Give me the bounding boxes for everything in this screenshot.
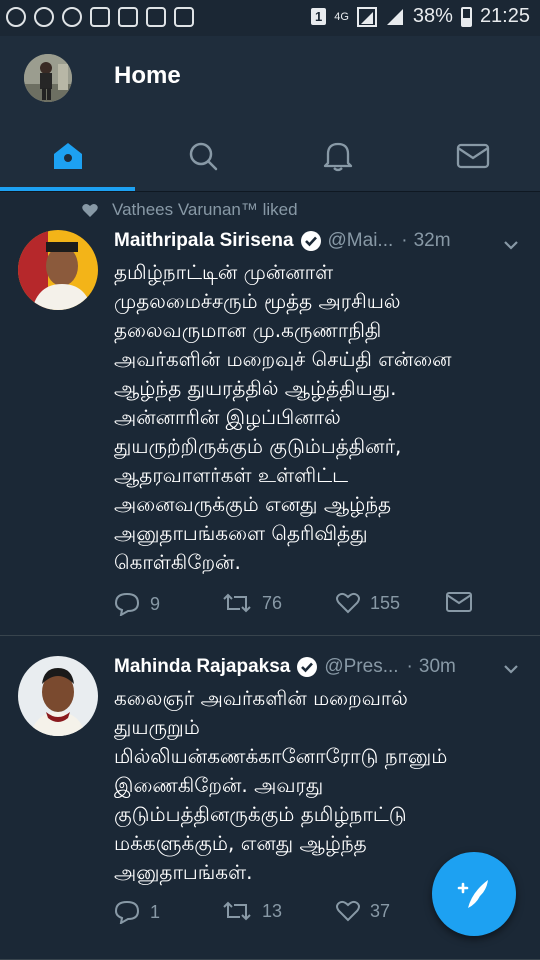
tab-home[interactable] xyxy=(0,120,135,192)
social-context-text: Vathees Varunan™ liked xyxy=(112,200,298,219)
author-avatar[interactable] xyxy=(18,656,98,736)
direct-message-button[interactable] xyxy=(446,592,472,612)
chevron-down-icon[interactable] xyxy=(502,236,520,254)
sim-slot-badge: 1 xyxy=(310,8,327,25)
reply-count: 1 xyxy=(150,901,161,922)
tweet-time: 30m xyxy=(418,656,456,677)
phone-icon xyxy=(90,7,110,27)
tweet-actions: 9 76 155 xyxy=(114,592,494,620)
like-count: 37 xyxy=(370,900,391,921)
author-photo xyxy=(18,656,98,736)
heart-icon xyxy=(336,592,360,614)
reply-count: 9 xyxy=(150,593,161,614)
gallery-icon xyxy=(118,7,138,27)
like-button[interactable]: 37 xyxy=(336,900,390,922)
page-title: Home xyxy=(114,62,181,89)
signal-icon xyxy=(356,6,377,27)
tweet-header: Mahinda Rajapaksa @Pres... · 30m xyxy=(114,656,456,678)
messenger-icon xyxy=(62,7,82,27)
tweet-header: Maithripala Sirisena @Mai... · 32m xyxy=(114,230,451,252)
reply-button[interactable]: 1 xyxy=(114,900,160,924)
tab-bar xyxy=(0,120,540,192)
settings-icon xyxy=(34,7,54,27)
separator-dot: · xyxy=(401,230,408,251)
author-handle: @Mai... xyxy=(327,230,394,251)
author-photo xyxy=(18,230,98,310)
compose-quill-icon xyxy=(457,880,488,908)
author-avatar[interactable] xyxy=(18,230,98,310)
retweet-button[interactable]: 13 xyxy=(222,900,282,922)
tweet-time: 32m xyxy=(413,230,451,251)
heart-small-icon xyxy=(82,203,98,217)
reply-icon xyxy=(114,592,140,616)
tweet-card[interactable]: Vathees Varunan™ liked Maithripala Siris… xyxy=(0,192,540,636)
social-context: Vathees Varunan™ liked xyxy=(82,200,298,220)
like-button[interactable]: 155 xyxy=(336,592,400,614)
user-avatar[interactable] xyxy=(24,54,72,102)
compose-tweet-button[interactable] xyxy=(432,852,516,936)
verified-badge-icon xyxy=(300,231,321,251)
retweet-count: 76 xyxy=(262,592,283,613)
reply-button[interactable]: 9 xyxy=(114,592,160,616)
battery-percent: 38% xyxy=(412,5,453,27)
separator-dot: · xyxy=(406,656,413,677)
chevron-down-icon[interactable] xyxy=(502,660,520,678)
heart-icon xyxy=(336,900,360,922)
retweet-count: 13 xyxy=(262,900,283,921)
signal-strength-icon xyxy=(386,8,403,25)
app-icon xyxy=(174,7,194,27)
verified-badge-icon xyxy=(297,657,318,677)
retweet-icon xyxy=(223,901,251,921)
search-icon xyxy=(189,142,217,171)
retweet-icon xyxy=(223,593,251,613)
mail-icon xyxy=(456,143,489,169)
bell-icon xyxy=(323,142,352,172)
author-name[interactable]: Mahinda Rajapaksa xyxy=(114,656,290,678)
top-app-bar: Home xyxy=(0,36,540,120)
mail-icon xyxy=(446,592,472,612)
network-type: 4G xyxy=(334,10,349,23)
tab-search[interactable] xyxy=(135,120,270,192)
tab-notifications[interactable] xyxy=(270,120,405,192)
like-count: 155 xyxy=(370,592,401,613)
active-tab-indicator xyxy=(0,187,135,191)
notification-icons xyxy=(6,7,194,27)
author-handle: @Pres... xyxy=(324,656,399,677)
system-indicators: 1 4G 38% 21:25 xyxy=(310,5,530,28)
retweet-button[interactable]: 76 xyxy=(222,592,282,614)
reply-icon xyxy=(114,900,140,924)
status-bar: 1 4G 38% 21:25 xyxy=(0,0,540,36)
whatsapp-icon xyxy=(6,7,26,27)
battery-icon xyxy=(460,6,472,27)
clock: 21:25 xyxy=(479,5,530,27)
home-icon xyxy=(53,143,82,169)
instagram-icon xyxy=(146,7,166,27)
avatar-image xyxy=(24,54,72,102)
tweet-text: தமிழ்நாட்டின் முன்னாள் முதலமைச்சரும் மூத… xyxy=(114,260,452,574)
tab-messages[interactable] xyxy=(405,120,540,192)
author-name[interactable]: Maithripala Sirisena xyxy=(114,230,294,252)
